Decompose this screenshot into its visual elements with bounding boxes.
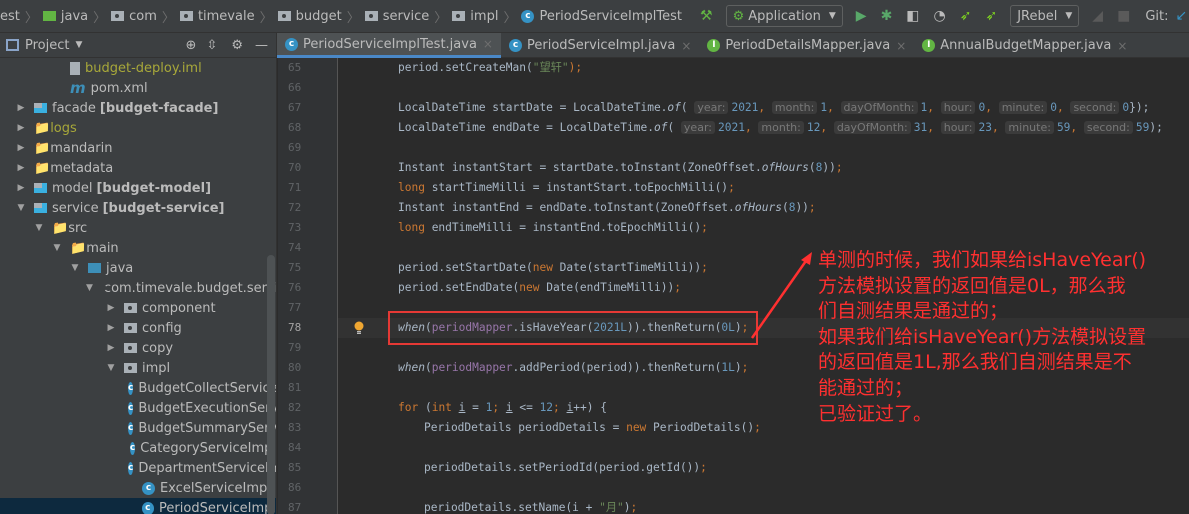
annotation-note: 单测的时候，我们如果给isHaveYear() 方法模拟设置的返回值是0L，那么我… bbox=[818, 248, 1146, 427]
arrow-line bbox=[750, 257, 810, 339]
annotation-line: 已验证过了。 bbox=[818, 402, 933, 425]
annotation-line: 如果我们给isHaveYear()方法模拟设置 bbox=[818, 325, 1147, 348]
annotation-line: 单测的时候，我们如果给isHaveYear() bbox=[818, 249, 1147, 271]
arrow-head bbox=[801, 252, 812, 265]
annotation-line: 们自测结果是通过的； bbox=[818, 300, 1009, 323]
annotation-line: 能通过的； bbox=[818, 376, 914, 399]
annotation-line: 方法模拟设置的返回值是0L，那么我 bbox=[818, 274, 1126, 297]
annotation-line: 的返回值是1L,那么我们自测结果是不 bbox=[818, 351, 1132, 374]
